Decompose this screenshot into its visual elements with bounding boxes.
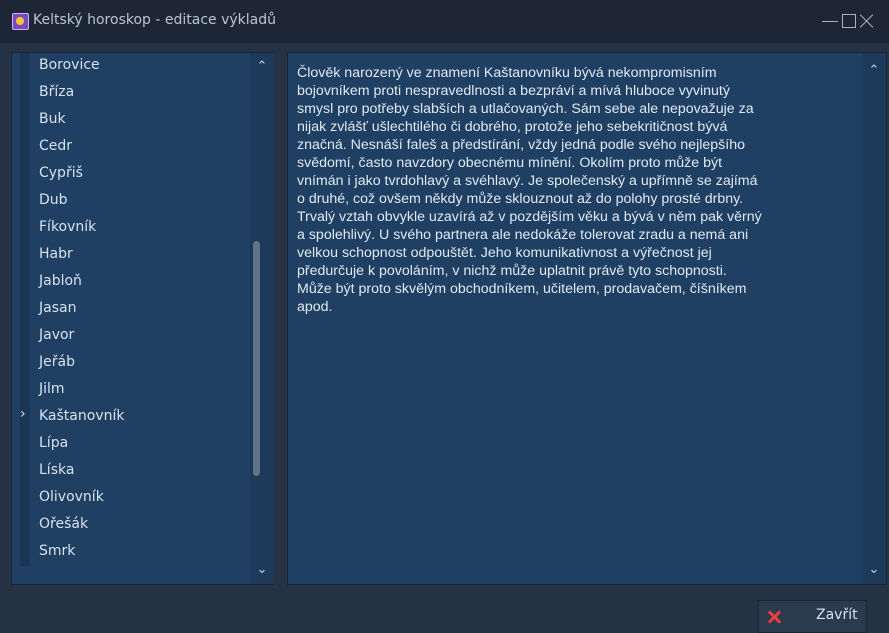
row-gutter [20, 80, 30, 107]
list-item-label: Olivovník [39, 489, 104, 505]
window-title: Keltský horoskop - editace výkladů [33, 12, 276, 28]
bottom-bar [0, 592, 889, 633]
description-text[interactable]: Člověk narozený ve znamení Kaštanovníku … [297, 64, 861, 316]
close-icon [768, 611, 780, 623]
list-item[interactable]: Javor [12, 323, 242, 350]
list-item[interactable]: Olivovník [12, 485, 242, 512]
list-item[interactable]: Líska [12, 458, 242, 485]
sign-list-scrollbar[interactable]: ⌃ ⌄ [250, 53, 274, 584]
list-item[interactable]: Smrk [12, 539, 242, 566]
chevron-up-icon[interactable]: ⌃ [866, 63, 882, 79]
scrollbar-thumb[interactable] [253, 241, 260, 476]
row-gutter [20, 242, 30, 269]
list-item-label: Dub [39, 192, 68, 208]
row-gutter [20, 134, 30, 161]
description-scrollbar[interactable]: ⌃ ⌄ [862, 53, 886, 584]
list-item[interactable]: Dub [12, 188, 242, 215]
sign-list-panel[interactable]: Borovice Bříza Buk Cedr Cypřiš Dub Fíkov… [11, 52, 274, 585]
row-gutter [20, 107, 30, 134]
selected-list-item[interactable]: › Kaštanovník [12, 404, 242, 431]
list-item[interactable]: Habr [12, 242, 242, 269]
list-item-label: Jeřáb [39, 354, 75, 370]
list-item-label: Lípa [39, 435, 69, 451]
list-item[interactable]: Jabloň [12, 269, 242, 296]
list-item[interactable]: Cypřiš [12, 161, 242, 188]
list-item-label: Smrk [39, 543, 76, 559]
row-gutter [20, 53, 30, 80]
sign-list[interactable]: Borovice Bříza Buk Cedr Cypřiš Dub Fíkov… [12, 53, 242, 566]
selected-indicator-icon: › [20, 406, 26, 422]
list-item-label: Fíkovník [39, 219, 97, 235]
row-gutter [20, 512, 30, 539]
list-item-label: Jabloň [39, 273, 82, 289]
list-item[interactable]: Lípa [12, 431, 242, 458]
row-gutter [20, 539, 30, 566]
list-item-label: Borovice [39, 57, 100, 73]
list-item-label: Líska [39, 462, 75, 478]
list-item[interactable]: Ořešák [12, 512, 242, 539]
description-panel[interactable]: Člověk narozený ve znamení Kaštanovníku … [287, 52, 887, 585]
list-item-label: Kaštanovník [39, 408, 125, 424]
row-gutter [20, 377, 30, 404]
row-gutter [20, 296, 30, 323]
row-gutter [20, 323, 30, 350]
list-item[interactable]: Jilm [12, 377, 242, 404]
list-item[interactable]: Borovice [12, 53, 242, 80]
list-item-label: Buk [39, 111, 66, 127]
list-item-label: Cedr [39, 138, 73, 154]
row-gutter [20, 161, 30, 188]
row-gutter [20, 215, 30, 242]
list-item-label: Ořešák [39, 516, 89, 532]
close-window-button[interactable] [855, 9, 879, 33]
list-item-label: Bříza [39, 84, 75, 100]
list-item-label: Habr [39, 246, 73, 262]
chevron-up-icon[interactable]: ⌃ [255, 60, 269, 74]
list-item-label: Jasan [39, 300, 77, 316]
row-gutter [20, 431, 30, 458]
list-item[interactable]: Jeřáb [12, 350, 242, 377]
row-gutter [20, 485, 30, 512]
list-item[interactable]: Fíkovník [12, 215, 242, 242]
title-bar: Keltský horoskop - editace výkladů [0, 0, 889, 43]
close-button[interactable]: Zavřít [758, 600, 867, 633]
list-item-label: Jilm [39, 381, 65, 397]
list-item[interactable]: Jasan [12, 296, 242, 323]
row-gutter [20, 269, 30, 296]
list-item-label: Cypřiš [39, 165, 83, 181]
list-item-label: Javor [39, 327, 75, 343]
app-icon [12, 13, 29, 30]
row-gutter [20, 188, 30, 215]
list-item[interactable]: Cedr [12, 134, 242, 161]
close-button-label: Zavřít [816, 607, 858, 623]
row-gutter [20, 458, 30, 485]
chevron-down-icon[interactable]: ⌄ [866, 562, 882, 578]
list-item[interactable]: Bříza [12, 80, 242, 107]
list-item[interactable]: Buk [12, 107, 242, 134]
row-gutter [20, 350, 30, 377]
chevron-down-icon[interactable]: ⌄ [255, 563, 269, 577]
